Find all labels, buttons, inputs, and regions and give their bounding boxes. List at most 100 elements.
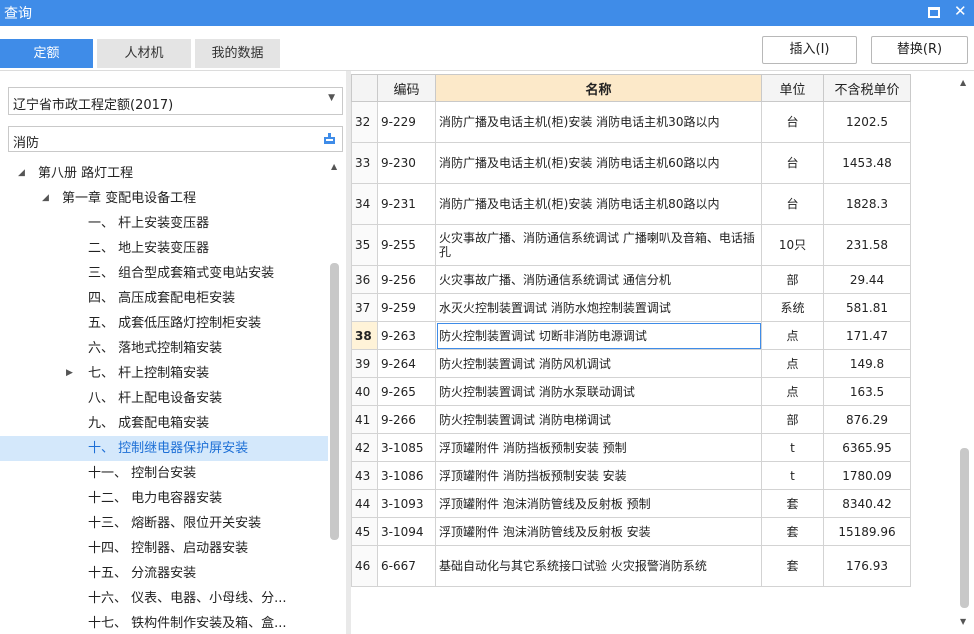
table-row[interactable]: 36 9-256 火灾事故广播、消防通信系统调试 通信分机部 29.44 bbox=[351, 265, 911, 294]
tree-node[interactable]: 一、 杆上安装变压器 bbox=[0, 211, 328, 236]
row-unit[interactable]: 套 bbox=[761, 545, 824, 587]
tree-node[interactable]: 十三、 熔断器、限位开关安装 bbox=[0, 511, 328, 536]
row-name[interactable]: 防火控制装置调试 消防电梯调试 bbox=[435, 405, 762, 434]
row-code[interactable]: 9-266 bbox=[377, 405, 436, 434]
row-code[interactable]: 9-256 bbox=[377, 265, 436, 294]
tab-my-data[interactable]: 我的数据 bbox=[195, 39, 280, 68]
insert-button[interactable]: 插入(I) bbox=[762, 36, 857, 64]
restore-icon[interactable] bbox=[928, 7, 940, 18]
tree-node[interactable]: 十四、 控制器、启动器安装 bbox=[0, 536, 328, 561]
tree-node[interactable]: 三、 组合型成套箱式变电站安装 bbox=[0, 261, 328, 286]
row-code[interactable]: 9-230 bbox=[377, 142, 436, 184]
table-row[interactable]: 35 9-255 火灾事故广播、消防通信系统调试 广播喇叭及音箱、电话插孔 10只 23… bbox=[351, 224, 911, 266]
tree-scrollbar[interactable]: ▲ bbox=[328, 161, 342, 634]
tree-node[interactable]: 十、 控制继电器保护屏安装 bbox=[0, 436, 328, 461]
row-unit[interactable]: 部 bbox=[761, 405, 824, 434]
row-price[interactable]: 29.44 bbox=[823, 265, 911, 294]
tab-quota[interactable]: 定额 bbox=[0, 39, 93, 68]
scroll-down-icon[interactable]: ▼ bbox=[960, 617, 966, 626]
row-name[interactable]: 基础自动化与其它系统接口试验 火灾报警消防系统 bbox=[435, 545, 762, 587]
row-price[interactable]: 15189.96 bbox=[823, 517, 911, 546]
row-name[interactable]: 消防广播及电话主机(柜)安装 消防电话主机30路以内 bbox=[435, 101, 762, 143]
col-header-name[interactable]: 名称 bbox=[435, 74, 762, 102]
row-name[interactable]: 火灾事故广播、消防通信系统调试 广播喇叭及音箱、电话插孔 bbox=[435, 224, 762, 266]
row-price[interactable]: 581.81 bbox=[823, 293, 911, 322]
close-icon[interactable]: ✕ bbox=[954, 2, 967, 20]
tree-node[interactable]: ▶ 七、 杆上控制箱安装 bbox=[0, 361, 328, 386]
row-code[interactable]: 3-1085 bbox=[377, 433, 436, 462]
row-unit[interactable]: 点 bbox=[761, 321, 824, 350]
row-name[interactable]: 浮顶罐附件 消防挡板预制安装 安装 bbox=[435, 461, 762, 490]
library-select[interactable]: 辽宁省市政工程定额(2017) ▼ bbox=[8, 87, 343, 115]
row-name[interactable]: 防火控制装置调试 消防风机调试 bbox=[435, 349, 762, 378]
table-row[interactable]: 34 9-231 消防广播及电话主机(柜)安装 消防电话主机80路以内台 1828.3 bbox=[351, 183, 911, 225]
collapse-arrow-icon[interactable]: ◢ bbox=[18, 161, 25, 186]
row-price[interactable]: 171.47 bbox=[823, 321, 911, 350]
row-code[interactable]: 9-229 bbox=[377, 101, 436, 143]
row-name[interactable]: 浮顶罐附件 泡沫消防管线及反射板 安装 bbox=[435, 517, 762, 546]
tree-node[interactable]: 五、 成套低压路灯控制柜安装 bbox=[0, 311, 328, 336]
row-name[interactable]: 浮顶罐附件 泡沫消防管线及反射板 预制 bbox=[435, 489, 762, 518]
table-row[interactable]: 42 3-1085 浮顶罐附件 消防挡板预制安装 预制 t 6365.95 bbox=[351, 433, 911, 462]
row-code[interactable]: 9-263 bbox=[377, 321, 436, 350]
row-unit[interactable]: 点 bbox=[761, 377, 824, 406]
table-row[interactable]: 46 6-667 基础自动化与其它系统接口试验 火灾报警消防系统套 176.93 bbox=[351, 545, 911, 587]
row-unit[interactable]: 台 bbox=[761, 142, 824, 184]
row-price[interactable]: 149.8 bbox=[823, 349, 911, 378]
tab-labor-material[interactable]: 人材机 bbox=[97, 39, 191, 68]
tree-node[interactable]: 四、 高压成套配电柜安装 bbox=[0, 286, 328, 311]
table-row[interactable]: 43 3-1086 浮顶罐附件 消防挡板预制安装 安装 t 1780.09 bbox=[351, 461, 911, 490]
col-header-code[interactable]: 编码 bbox=[377, 74, 436, 102]
row-name[interactable]: 防火控制装置调试 消防水泵联动调试 bbox=[435, 377, 762, 406]
tree-node[interactable]: 二、 地上安装变压器 bbox=[0, 236, 328, 261]
row-unit[interactable]: 套 bbox=[761, 489, 824, 518]
row-unit[interactable]: t bbox=[761, 461, 824, 490]
row-price[interactable]: 6365.95 bbox=[823, 433, 911, 462]
row-unit[interactable]: 台 bbox=[761, 183, 824, 225]
replace-button[interactable]: 替换(R) bbox=[871, 36, 968, 64]
grid-scrollbar[interactable]: ▲ ▼ bbox=[955, 74, 974, 634]
collapse-arrow-icon[interactable]: ◢ bbox=[42, 186, 49, 211]
row-price[interactable]: 8340.42 bbox=[823, 489, 911, 518]
table-row[interactable]: 45 3-1094 浮顶罐附件 泡沫消防管线及反射板 安装套 15189.96 bbox=[351, 517, 911, 546]
row-price[interactable]: 231.58 bbox=[823, 224, 911, 266]
table-row[interactable]: 39 9-264 防火控制装置调试 消防风机调试点 149.8 bbox=[351, 349, 911, 378]
table-row[interactable]: 38 9-263 防火控制装置调试 切断非消防电源调试点 171.47 bbox=[351, 321, 911, 350]
row-code[interactable]: 9-231 bbox=[377, 183, 436, 225]
row-name[interactable]: 防火控制装置调试 切断非消防电源调试 bbox=[435, 321, 762, 350]
row-price[interactable]: 176.93 bbox=[823, 545, 911, 587]
row-name[interactable]: 消防广播及电话主机(柜)安装 消防电话主机60路以内 bbox=[435, 142, 762, 184]
expand-arrow-icon[interactable]: ▶ bbox=[66, 361, 73, 386]
row-unit[interactable]: 10只 bbox=[761, 224, 824, 266]
row-code[interactable]: 3-1086 bbox=[377, 461, 436, 490]
row-price[interactable]: 163.5 bbox=[823, 377, 911, 406]
row-code[interactable]: 3-1094 bbox=[377, 517, 436, 546]
row-price[interactable]: 1202.5 bbox=[823, 101, 911, 143]
table-row[interactable]: 41 9-266 防火控制装置调试 消防电梯调试部 876.29 bbox=[351, 405, 911, 434]
table-row[interactable]: 33 9-230 消防广播及电话主机(柜)安装 消防电话主机60路以内台 1453.4… bbox=[351, 142, 911, 184]
tree-node[interactable]: 八、 杆上配电设备安装 bbox=[0, 386, 328, 411]
row-unit[interactable]: 系统 bbox=[761, 293, 824, 322]
chevron-down-icon[interactable]: ▼ bbox=[328, 93, 335, 103]
col-header-unit[interactable]: 单位 bbox=[761, 74, 824, 102]
row-price[interactable]: 876.29 bbox=[823, 405, 911, 434]
tree-node[interactable]: ◢ 第八册 路灯工程 bbox=[0, 161, 328, 186]
row-price[interactable]: 1453.48 bbox=[823, 142, 911, 184]
row-unit[interactable]: 套 bbox=[761, 517, 824, 546]
grid-scroll-thumb[interactable] bbox=[960, 448, 969, 608]
tree-node[interactable]: 十二、 电力电容器安装 bbox=[0, 486, 328, 511]
tree-scroll-thumb[interactable] bbox=[330, 263, 339, 540]
tree-node[interactable]: 十六、 仪表、电器、小母线、分... bbox=[0, 586, 328, 611]
tree-node[interactable]: 九、 成套配电箱安装 bbox=[0, 411, 328, 436]
table-row[interactable]: 40 9-265 防火控制装置调试 消防水泵联动调试点 163.5 bbox=[351, 377, 911, 406]
row-unit[interactable]: 台 bbox=[761, 101, 824, 143]
tree-node[interactable]: 十五、 分流器安装 bbox=[0, 561, 328, 586]
row-name[interactable]: 水灭火控制装置调试 消防水炮控制装置调试 bbox=[435, 293, 762, 322]
table-row[interactable]: 37 9-259 水灭火控制装置调试 消防水炮控制装置调试 系统 581.81 bbox=[351, 293, 911, 322]
row-code[interactable]: 9-264 bbox=[377, 349, 436, 378]
row-price[interactable]: 1828.3 bbox=[823, 183, 911, 225]
row-code[interactable]: 9-255 bbox=[377, 224, 436, 266]
row-code[interactable]: 9-259 bbox=[377, 293, 436, 322]
row-unit[interactable]: 点 bbox=[761, 349, 824, 378]
tree-node[interactable]: 十七、 铁构件制作安装及箱、盒... bbox=[0, 611, 328, 634]
